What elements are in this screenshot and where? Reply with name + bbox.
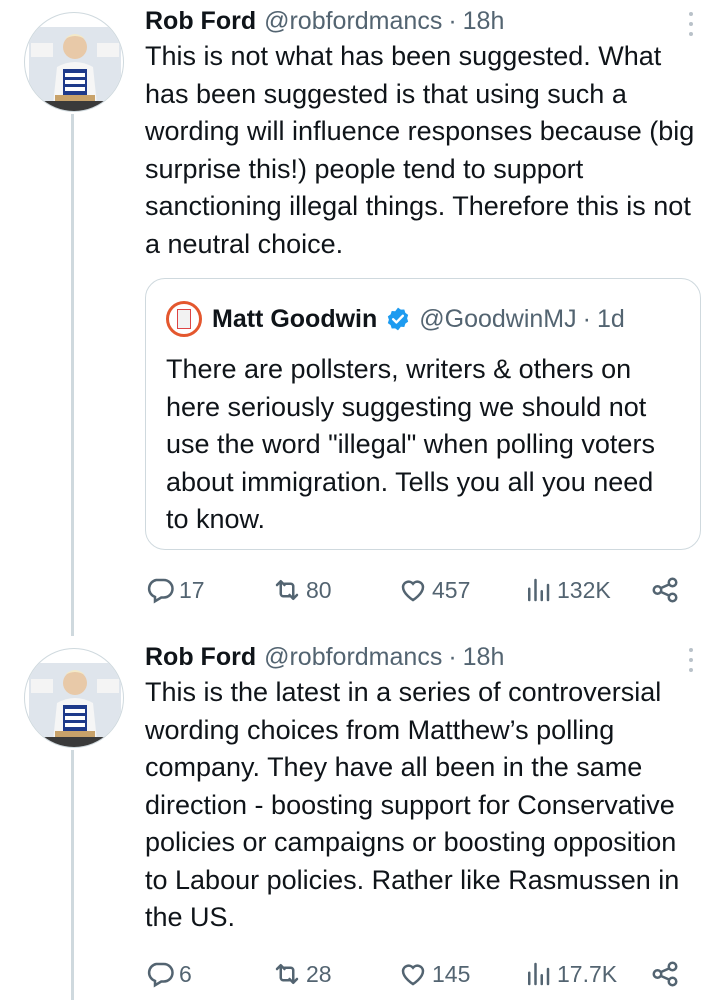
politician-avatar-icon (29, 27, 121, 111)
author-avatar[interactable] (24, 12, 124, 112)
retweet-count: 80 (306, 576, 332, 603)
retweet-icon (275, 964, 299, 984)
share-icon (652, 577, 678, 603)
tweet-actions: 6 28 145 17.7K (145, 956, 685, 992)
like-button[interactable]: 457 (398, 572, 470, 608)
reply-count: 17 (179, 576, 205, 603)
quoted-tweet[interactable]: Matt Goodwin @GoodwinMJ · 1d There are p… (145, 278, 701, 550)
like-button[interactable]: 145 (398, 956, 470, 992)
tweet-header: Rob Ford @robfordmancs · 18h (145, 640, 701, 674)
views-bar-chart-icon (528, 962, 550, 986)
separator-dot: · (448, 643, 457, 671)
views-count: 132K (557, 576, 611, 603)
thread-line (71, 114, 74, 636)
retweet-button[interactable]: 80 (272, 572, 332, 608)
politician-avatar-icon (29, 663, 121, 747)
share-icon (652, 961, 678, 987)
quote-text: There are pollsters, writers & others on… (166, 354, 655, 534)
reply-icon (147, 578, 174, 604)
tweet[interactable]: Rob Ford @robfordmancs · 18h This is not… (0, 0, 723, 636)
share-button[interactable] (650, 956, 680, 992)
retweet-button[interactable]: 28 (272, 956, 332, 992)
views-bar-chart-icon (528, 578, 550, 602)
quote-author-avatar[interactable] (166, 301, 202, 337)
share-button[interactable] (650, 572, 680, 608)
retweet-icon (275, 580, 299, 600)
quote-separator-dot: · (582, 305, 591, 333)
tweet-time[interactable]: 18h (463, 4, 505, 38)
like-count: 457 (432, 576, 471, 603)
separator-dot: · (448, 7, 457, 35)
tweet-text: This is the latest in a series of contro… (145, 677, 680, 932)
author-name[interactable]: Rob Ford (145, 640, 256, 674)
like-count: 145 (432, 960, 471, 987)
reply-button[interactable]: 17 (145, 572, 205, 608)
reply-icon (147, 962, 174, 988)
quote-time[interactable]: 1d (597, 303, 625, 335)
more-options-icon[interactable] (681, 12, 701, 36)
thread-line (71, 750, 74, 1000)
author-name[interactable]: Rob Ford (145, 4, 256, 38)
verified-badge-icon (388, 307, 409, 331)
quote-header: Matt Goodwin @GoodwinMJ · 1d (166, 301, 680, 337)
views-count: 17.7K (557, 960, 618, 987)
tweet[interactable]: Rob Ford @robfordmancs · 18h This is the… (0, 636, 723, 1000)
author-handle[interactable]: @robfordmancs (264, 4, 442, 38)
views-button[interactable]: 132K (523, 572, 611, 608)
reply-count: 6 (179, 960, 192, 987)
heart-icon (401, 964, 425, 986)
tweet-text: This is not what has been suggested. Wha… (145, 41, 695, 259)
retweet-count: 28 (306, 960, 332, 987)
quote-author-handle[interactable]: @GoodwinMJ (419, 303, 576, 335)
more-options-icon[interactable] (681, 648, 701, 672)
views-button[interactable]: 17.7K (523, 956, 617, 992)
tweet-header: Rob Ford @robfordmancs · 18h (145, 4, 701, 38)
author-avatar[interactable] (24, 648, 124, 748)
tweet-time[interactable]: 18h (463, 640, 505, 674)
heart-icon (401, 580, 425, 602)
quote-author-name[interactable]: Matt Goodwin (212, 303, 377, 335)
tweet-actions: 17 80 457 132K (145, 572, 685, 608)
author-handle[interactable]: @robfordmancs (264, 640, 442, 674)
reply-button[interactable]: 6 (145, 956, 192, 992)
